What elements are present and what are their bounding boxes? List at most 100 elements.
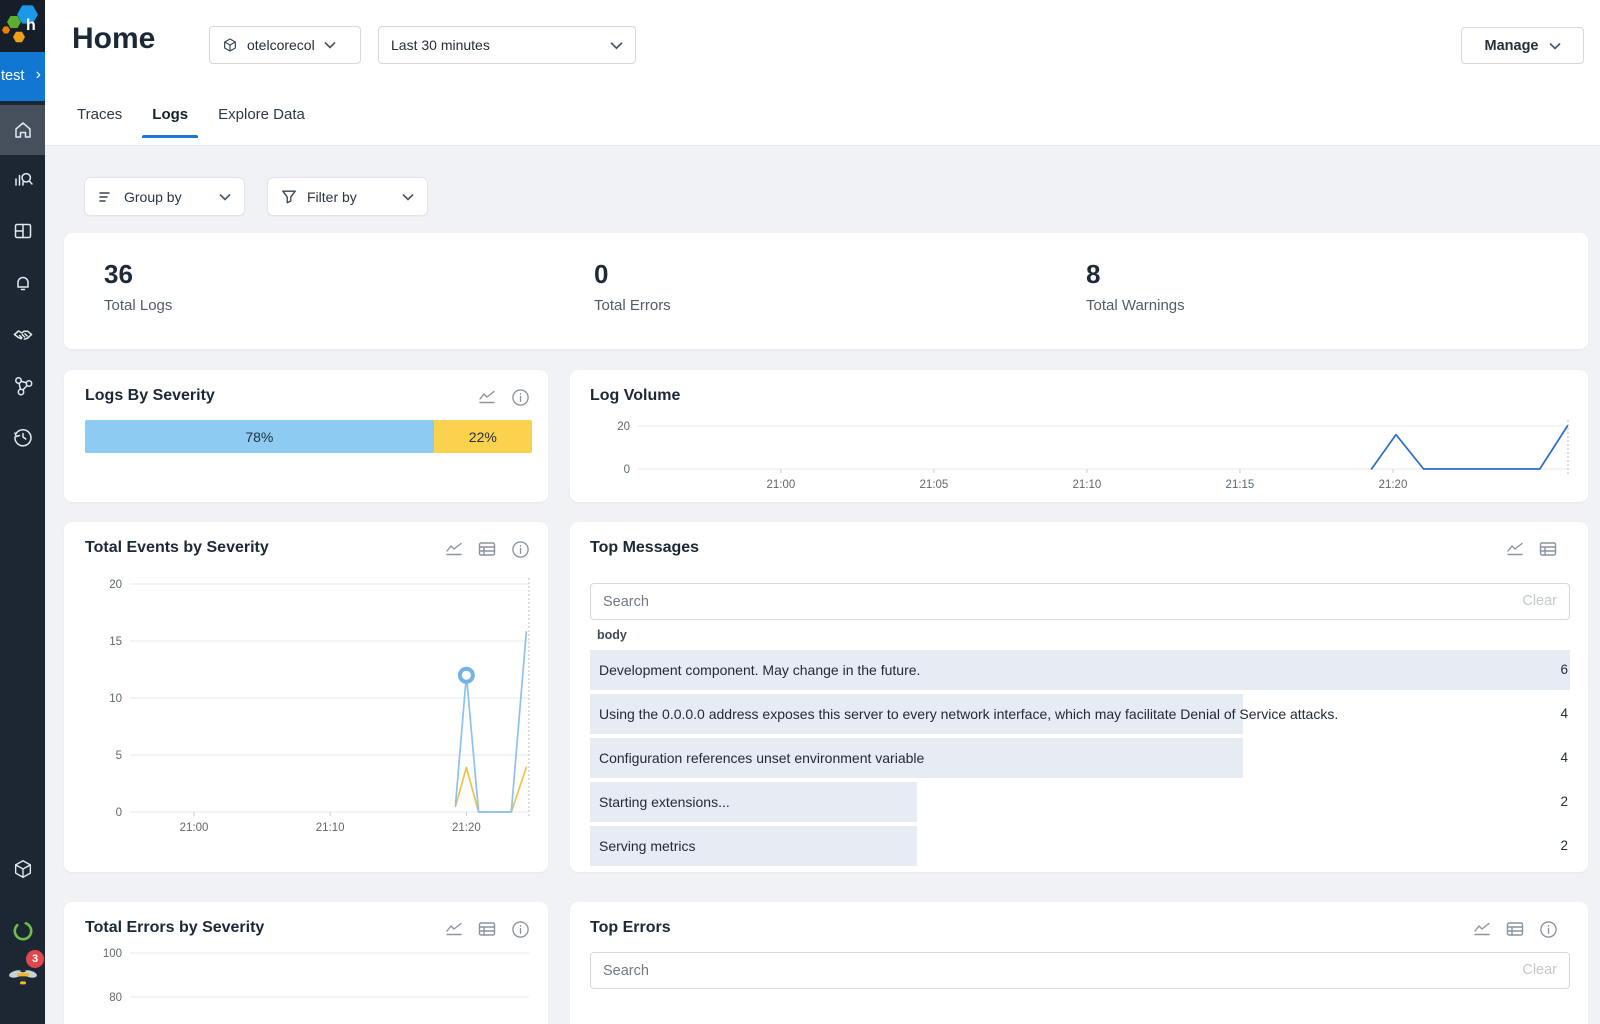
sidebar-item-home[interactable] (0, 105, 45, 155)
sidebar-item-service-map[interactable] (0, 361, 45, 411)
total-errors-chart[interactable]: 10080 (84, 940, 534, 1024)
clear-button[interactable]: Clear (1522, 962, 1557, 978)
line-chart-icon[interactable] (1505, 539, 1525, 559)
svg-text:10: 10 (109, 693, 122, 705)
honeycomb-logo[interactable]: h (0, 0, 45, 52)
message-count: 4 (1560, 706, 1568, 721)
bell-icon (12, 272, 34, 294)
card-actions (1505, 539, 1558, 559)
handshake-icon (12, 324, 34, 346)
group-by-icon (98, 190, 114, 204)
filter-icon (281, 189, 297, 204)
severity-segment-warn[interactable]: 22% (434, 420, 532, 453)
svg-text:21:20: 21:20 (452, 822, 481, 834)
message-text: Serving metrics (599, 838, 695, 854)
svg-text:5: 5 (116, 750, 122, 762)
environment-label: test (1, 68, 24, 84)
top-messages-card: Top Messages Clear body Development comp… (570, 522, 1588, 872)
log-volume-chart[interactable]: 20021:0021:0521:1021:1521:20 (590, 410, 1580, 502)
info-icon[interactable] (510, 387, 530, 407)
dataset-select[interactable]: otelcorecol (209, 26, 361, 64)
card-actions (477, 387, 530, 407)
chevron-down-icon (219, 193, 231, 201)
message-text: Starting extensions... (599, 794, 730, 810)
severity-bar[interactable]: 78% 22% (85, 420, 532, 453)
status-ring-icon (12, 920, 34, 942)
card-actions (444, 539, 530, 559)
stat-value: 36 (104, 259, 172, 290)
info-icon[interactable] (1538, 919, 1558, 939)
message-row[interactable]: Development component. May change in the… (590, 650, 1570, 690)
logo-hex-orange (2, 26, 10, 34)
message-text: Configuration references unset environme… (599, 750, 924, 766)
time-range-select[interactable]: Last 30 minutes (378, 26, 636, 64)
table-icon[interactable] (477, 539, 497, 559)
filter-by-label: Filter by (307, 189, 357, 205)
errors-search-box: Clear (590, 952, 1570, 989)
sidebar-item-support[interactable]: 3 (0, 950, 45, 1000)
manage-button[interactable]: Manage (1461, 27, 1584, 64)
table-icon[interactable] (1505, 919, 1525, 939)
tab-traces[interactable]: Traces (75, 98, 124, 138)
search-input[interactable] (591, 953, 1461, 988)
sidebar-item-slos[interactable] (0, 310, 45, 360)
svg-text:20: 20 (109, 579, 122, 591)
total-events-chart[interactable]: 2015105021:0021:1021:20 (84, 570, 534, 860)
info-icon[interactable] (510, 539, 530, 559)
stat-label: Total Logs (104, 297, 172, 314)
stat-value: 8 (1086, 259, 1185, 290)
svg-text:21:20: 21:20 (1379, 479, 1408, 491)
sidebar-item-boards[interactable] (0, 206, 45, 256)
svg-text:80: 80 (109, 992, 122, 1004)
message-row[interactable]: Serving metrics 2 (590, 826, 1570, 866)
sidebar-item-alerts[interactable] (0, 258, 45, 308)
tab-logs[interactable]: Logs (150, 98, 190, 138)
logo-h-letter: h (26, 17, 36, 35)
filter-by-button[interactable]: Filter by (267, 177, 428, 216)
card-actions (1472, 919, 1558, 939)
cube-icon (12, 858, 34, 880)
card-title: Logs By Severity (85, 387, 215, 405)
line-chart-icon[interactable] (1472, 919, 1492, 939)
table-icon[interactable] (477, 919, 497, 939)
message-row[interactable]: Configuration references unset environme… (590, 738, 1570, 778)
message-row[interactable]: Using the 0.0.0.0 address exposes this s… (590, 694, 1570, 734)
cube-icon (222, 37, 238, 53)
message-count: 2 (1560, 794, 1568, 809)
svg-text:15: 15 (109, 636, 122, 648)
logs-by-severity-card: Logs By Severity 78% 22% (64, 370, 548, 502)
message-row[interactable]: Starting extensions... 2 (590, 782, 1570, 822)
segment-percent: 78% (245, 429, 273, 445)
sidebar: h test › (0, 0, 45, 1024)
message-count: 6 (1560, 662, 1568, 677)
group-by-button[interactable]: Group by (84, 177, 245, 216)
environment-selector[interactable]: test › (0, 52, 45, 101)
stat-total-logs: 36 Total Logs (104, 259, 172, 314)
log-volume-card: Log Volume 20021:0021:0521:1021:1521:20 (570, 370, 1588, 502)
tab-explore-data[interactable]: Explore Data (216, 98, 307, 138)
svg-text:21:10: 21:10 (1073, 479, 1102, 491)
info-icon[interactable] (510, 919, 530, 939)
table-icon[interactable] (1538, 539, 1558, 559)
sidebar-item-status[interactable] (0, 906, 45, 956)
page-title: Home (72, 22, 155, 56)
search-input[interactable] (591, 584, 1461, 619)
logo-hex-amber (13, 31, 25, 43)
sidebar-item-query[interactable] (0, 155, 45, 205)
sidebar-item-history[interactable] (0, 412, 45, 462)
stat-label: Total Errors (594, 297, 671, 314)
total-events-card: Total Events by Severity 2015105021:0021… (64, 522, 548, 872)
line-chart-icon[interactable] (444, 539, 464, 559)
stat-total-errors: 0 Total Errors (594, 259, 671, 314)
card-title: Log Volume (590, 387, 680, 405)
clear-button[interactable]: Clear (1522, 593, 1557, 609)
line-chart-icon[interactable] (477, 387, 497, 407)
message-count: 4 (1560, 750, 1568, 765)
stat-total-warnings: 8 Total Warnings (1086, 259, 1185, 314)
severity-segment-info[interactable]: 78% (85, 420, 434, 453)
line-chart-icon[interactable] (444, 919, 464, 939)
top-errors-card: Top Errors Clear (570, 902, 1588, 1024)
card-title: Top Errors (590, 919, 671, 937)
sidebar-item-datasets[interactable] (0, 844, 45, 894)
stats-card: 36 Total Logs 0 Total Errors 8 Total War… (64, 233, 1588, 349)
